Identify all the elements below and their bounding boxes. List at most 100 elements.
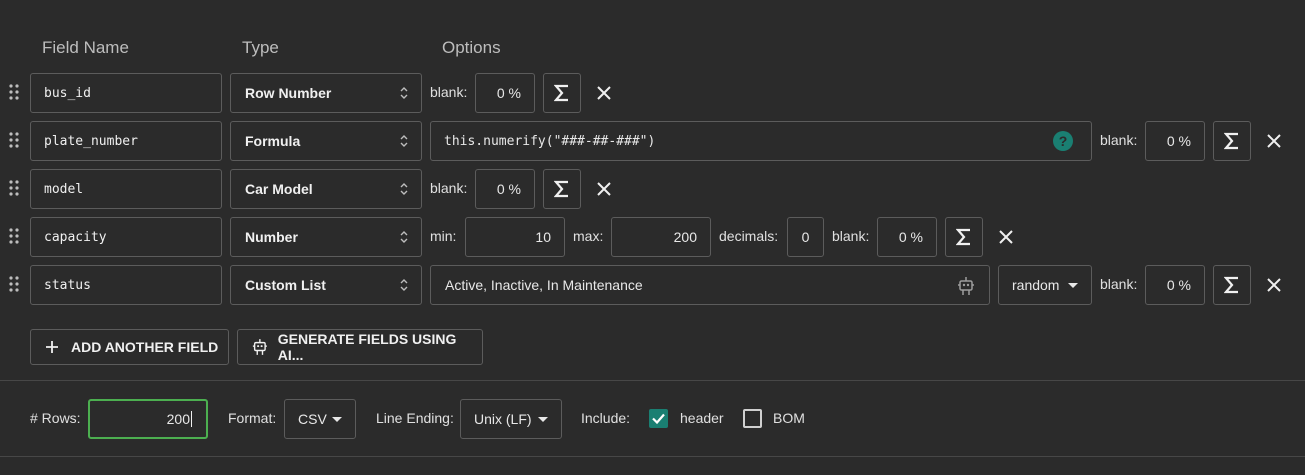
sigma-button[interactable]: [543, 73, 581, 113]
header-checkbox[interactable]: [649, 409, 668, 428]
header-type: Type: [242, 38, 279, 57]
text-cursor: [191, 411, 192, 427]
robot-icon: [252, 339, 267, 355]
min-value: 10: [535, 229, 551, 245]
field-name-value: capacity: [44, 229, 107, 245]
field-type-select[interactable]: Number: [230, 217, 422, 257]
sigma-icon: [554, 180, 568, 198]
field-type-value: Custom List: [245, 277, 326, 293]
field-type-value: Car Model: [245, 181, 313, 197]
updown-icon: [400, 231, 408, 243]
blank-percent-value: 0 %: [1166, 133, 1191, 149]
sigma-button[interactable]: [945, 217, 983, 257]
close-icon[interactable]: [1266, 277, 1282, 293]
rows-input[interactable]: 200: [88, 399, 208, 439]
field-name-value: status: [44, 277, 91, 293]
include-label: Include:: [581, 410, 631, 426]
bom-checkbox[interactable]: [743, 409, 762, 428]
decimals-label: decimals:: [719, 228, 779, 244]
blank-percent-input[interactable]: 0 %: [877, 217, 937, 257]
drag-handle-icon[interactable]: [9, 180, 19, 196]
divider: [0, 456, 1305, 457]
field-type-select[interactable]: Formula: [230, 121, 422, 161]
blank-percent-value: 0 %: [496, 181, 521, 197]
field-type-select[interactable]: Car Model: [230, 169, 422, 209]
format-label: Format:: [228, 410, 277, 426]
blank-percent-value: 0 %: [898, 229, 923, 245]
add-field-label: ADD ANOTHER FIELD: [71, 339, 219, 355]
checkbox-icon: [652, 413, 665, 425]
drag-handle-icon[interactable]: [9, 132, 19, 148]
add-field-button[interactable]: ADD ANOTHER FIELD: [30, 329, 229, 365]
help-icon[interactable]: ?: [1053, 131, 1073, 151]
caret-down-icon: [332, 417, 342, 422]
field-name-input[interactable]: status: [30, 265, 222, 305]
max-label: max:: [573, 228, 604, 244]
close-icon[interactable]: [596, 85, 612, 101]
field-name-input[interactable]: model: [30, 169, 222, 209]
divider: [0, 380, 1305, 381]
header-field-name: Field Name: [42, 38, 129, 57]
blank-percent-input[interactable]: 0 %: [475, 73, 535, 113]
field-name-input[interactable]: bus_id: [30, 73, 222, 113]
blank-percent-input[interactable]: 0 %: [1145, 121, 1205, 161]
drag-handle-icon[interactable]: [9, 228, 19, 244]
sigma-icon: [554, 84, 568, 102]
custom-list-input[interactable]: Active, Inactive, In Maintenance: [430, 265, 990, 305]
min-label: min:: [430, 228, 457, 244]
close-icon[interactable]: [998, 229, 1014, 245]
blank-label: blank:: [1100, 132, 1138, 148]
drag-handle-icon[interactable]: [9, 276, 19, 292]
blank-percent-input[interactable]: 0 %: [475, 169, 535, 209]
line-ending-label: Line Ending:: [376, 410, 454, 426]
sigma-button[interactable]: [1213, 265, 1251, 305]
sigma-button[interactable]: [1213, 121, 1251, 161]
max-input[interactable]: 200: [611, 217, 711, 257]
caret-down-icon: [538, 417, 548, 422]
formula-value: this.numerify("###-##-###"): [444, 133, 656, 149]
sigma-icon: [1224, 132, 1238, 150]
blank-label: blank:: [832, 228, 870, 244]
format-dropdown[interactable]: CSV: [284, 399, 356, 439]
blank-label: blank:: [430, 180, 468, 196]
custom-list-value: Active, Inactive, In Maintenance: [445, 277, 643, 293]
blank-label: blank:: [1100, 276, 1138, 292]
decimals-value: 0: [801, 229, 810, 245]
blank-percent-value: 0 %: [1166, 277, 1191, 293]
close-icon[interactable]: [1266, 133, 1282, 149]
updown-icon: [400, 183, 408, 195]
blank-percent-input[interactable]: 0 %: [1145, 265, 1205, 305]
min-input[interactable]: 10: [465, 217, 565, 257]
field-name-value: bus_id: [44, 85, 91, 101]
sigma-button[interactable]: [543, 169, 581, 209]
rows-label: # Rows:: [30, 410, 81, 426]
bom-checkbox-label: BOM: [773, 410, 805, 426]
updown-icon: [400, 135, 408, 147]
field-name-input[interactable]: capacity: [30, 217, 222, 257]
robot-icon[interactable]: [957, 276, 975, 296]
close-icon[interactable]: [596, 181, 612, 197]
sigma-icon: [1224, 276, 1238, 294]
field-type-value: Row Number: [245, 85, 332, 101]
updown-icon: [400, 279, 408, 291]
sigma-icon: [956, 228, 970, 246]
order-dropdown[interactable]: random: [998, 265, 1092, 305]
generate-ai-button[interactable]: GENERATE FIELDS USING AI...: [237, 329, 483, 365]
field-name-input[interactable]: plate_number: [30, 121, 222, 161]
field-type-value: Number: [245, 229, 298, 245]
blank-percent-value: 0 %: [496, 85, 521, 101]
drag-handle-icon[interactable]: [9, 84, 19, 100]
rows-value: 200: [166, 411, 190, 427]
line-ending-value: Unix (LF): [474, 411, 532, 427]
max-value: 200: [673, 229, 697, 245]
field-type-select[interactable]: Custom List: [230, 265, 422, 305]
decimals-input[interactable]: 0: [787, 217, 824, 257]
line-ending-dropdown[interactable]: Unix (LF): [460, 399, 562, 439]
blank-label: blank:: [430, 84, 468, 100]
generate-ai-label: GENERATE FIELDS USING AI...: [277, 331, 457, 363]
formula-input[interactable]: this.numerify("###-##-###") ?: [430, 121, 1092, 161]
caret-down-icon: [1068, 283, 1078, 288]
field-name-value: plate_number: [44, 133, 138, 149]
header-options: Options: [442, 38, 501, 57]
field-type-select[interactable]: Row Number: [230, 73, 422, 113]
